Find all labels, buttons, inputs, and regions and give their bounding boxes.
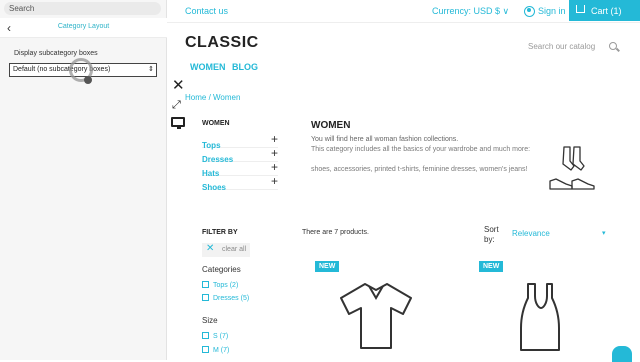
facet-size-m[interactable]: M (7)	[202, 346, 229, 354]
category-tree-heading: WOMEN	[202, 120, 230, 127]
facet-label: Tops (2)	[213, 282, 239, 289]
sort-label: Sort by:	[484, 225, 499, 244]
filter-by-heading: FILTER BY	[202, 229, 238, 236]
facet-label: Dresses (5)	[213, 295, 250, 302]
filter-categories-heading: Categories	[202, 265, 241, 274]
cart-icon	[576, 5, 585, 13]
category-item-tops[interactable]: Tops +	[202, 132, 278, 150]
close-icon: ✕	[206, 243, 215, 254]
category-item-label: Shoes	[202, 183, 227, 192]
facet-label: M (7)	[213, 347, 230, 354]
category-item-shoes[interactable]: Shoes +	[202, 174, 278, 192]
expand-icon[interactable]: ⤢	[172, 99, 181, 112]
expand-plus-icon[interactable]: +	[271, 146, 278, 160]
checkbox[interactable]	[202, 281, 209, 288]
currency-selector[interactable]: Currency: USD $ ∨	[432, 6, 509, 17]
mouse-cursor	[84, 76, 92, 84]
checkbox[interactable]	[202, 294, 209, 301]
expand-plus-icon[interactable]: +	[271, 132, 278, 146]
checkbox[interactable]	[202, 332, 209, 339]
checkbox[interactable]	[202, 346, 209, 353]
expand-plus-icon[interactable]: +	[271, 174, 278, 188]
category-description-line: You will find here all woman fashion col…	[311, 136, 459, 143]
desktop-preview-icon[interactable]	[171, 117, 185, 129]
tshirt-product-image[interactable]	[339, 280, 413, 352]
subcategory-setting-label: Display subcategory boxes	[14, 50, 98, 57]
user-icon[interactable]	[524, 6, 535, 17]
clear-all-button[interactable]: ✕ clear all	[202, 243, 250, 257]
clear-all-label: clear all	[222, 246, 247, 253]
socks-and-shoes-illustration	[549, 146, 595, 190]
category-description-line: This category includes all the basics of…	[311, 146, 531, 153]
tank-top-product-image[interactable]	[518, 282, 562, 352]
search-icon[interactable]	[609, 42, 617, 50]
filter-size-heading: Size	[202, 316, 218, 325]
facet-tops[interactable]: Tops (2)	[202, 281, 238, 289]
contact-us-link[interactable]: Contact us	[185, 6, 228, 16]
cart-button[interactable]: Cart (1)	[569, 0, 640, 21]
category-item-dresses[interactable]: Dresses +	[202, 146, 278, 164]
category-title: WOMEN	[311, 120, 351, 131]
nav-women[interactable]: WOMEN	[190, 62, 226, 72]
category-item-hats[interactable]: Hats +	[202, 160, 278, 178]
select-updown-icon: ⇕	[148, 66, 154, 73]
facet-size-s[interactable]: S (7)	[202, 332, 228, 340]
product-count: There are 7 products.	[302, 229, 369, 236]
expand-plus-icon[interactable]: +	[271, 160, 278, 174]
facet-label: S (7)	[213, 333, 229, 340]
customizer-section-title: Category Layout	[57, 23, 110, 30]
caret-down-icon[interactable]: ▾	[602, 229, 606, 237]
sort-select[interactable]: Relevance	[512, 229, 550, 238]
catalog-search-input[interactable]: Search our catalog	[528, 42, 595, 51]
close-icon[interactable]: ✕	[172, 78, 185, 93]
new-badge: NEW	[479, 261, 504, 272]
nav-blog[interactable]: BLOG	[232, 62, 258, 72]
store-top-bar: Contact us Currency: USD $ ∨ Sign in Car…	[167, 0, 640, 23]
store-logo[interactable]: CLASSIC	[185, 34, 259, 52]
customizer-panel: Search ‹ Category Layout Display subcate…	[0, 0, 167, 360]
customizer-section-header: ‹ Category Layout	[0, 18, 167, 38]
sign-in-link[interactable]: Sign in	[538, 6, 566, 16]
facet-dresses[interactable]: Dresses (5)	[202, 294, 249, 302]
category-description-line: shoes, accessories, printed t-shirts, fe…	[311, 166, 528, 173]
customizer-search-input[interactable]: Search	[4, 2, 161, 15]
breadcrumb[interactable]: Home / Women	[185, 93, 240, 102]
subcategory-select-value: Default (no subcategory boxes)	[13, 66, 111, 73]
cart-label: Cart (1)	[591, 6, 622, 16]
new-badge: NEW	[315, 261, 340, 272]
